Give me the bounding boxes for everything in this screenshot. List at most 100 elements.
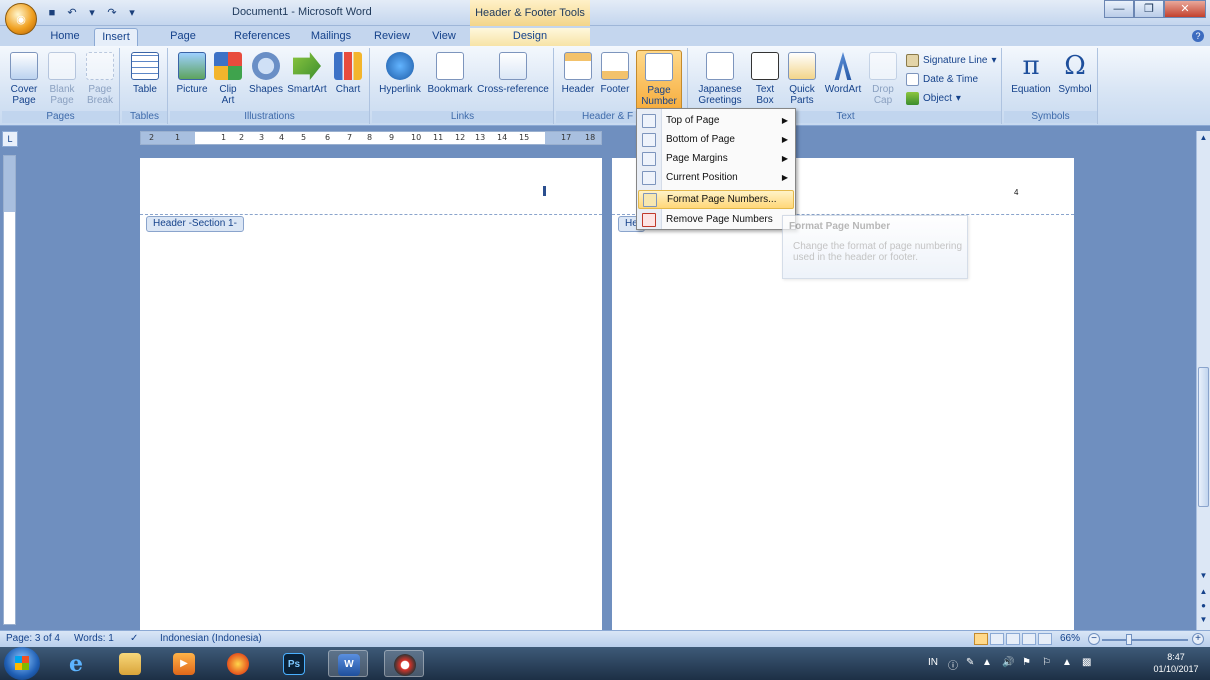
office-button[interactable]: ◉ bbox=[5, 3, 37, 35]
text-box-button[interactable]: Text Box bbox=[748, 52, 782, 106]
full-screen-reading-view-button[interactable] bbox=[990, 633, 1004, 645]
smartart-button[interactable]: SmartArt bbox=[286, 52, 328, 95]
tab-insert[interactable]: Insert bbox=[94, 28, 138, 46]
language-indicator[interactable]: IN bbox=[928, 657, 938, 668]
previous-page-icon[interactable]: ▲ bbox=[1198, 587, 1209, 599]
print-layout-view-button[interactable] bbox=[974, 633, 988, 645]
clip-art-button[interactable]: Clip Art bbox=[212, 52, 244, 106]
undo-icon[interactable]: ↶ bbox=[64, 5, 80, 21]
security-icon[interactable]: ⚑ bbox=[1022, 657, 1031, 668]
header-button[interactable]: Header bbox=[558, 52, 598, 95]
browse-object-icon[interactable]: ● bbox=[1198, 601, 1209, 613]
date-time-button[interactable]: Date & Time bbox=[906, 73, 978, 86]
zoom-in-button[interactable]: + bbox=[1192, 633, 1204, 645]
cross-reference-button[interactable]: Cross-reference bbox=[476, 52, 550, 95]
menu-item-page-margins[interactable]: Page Margins ▶ bbox=[638, 149, 794, 168]
bookmark-button[interactable]: Bookmark bbox=[426, 52, 474, 95]
hyperlink-button[interactable]: Hyperlink bbox=[376, 52, 424, 95]
japanese-greetings-button[interactable]: Japanese Greetings bbox=[692, 52, 748, 106]
chart-button[interactable]: Chart bbox=[330, 52, 366, 95]
menu-item-bottom-of-page[interactable]: Bottom of Page ▶ bbox=[638, 130, 794, 149]
wordart-button[interactable]: WordArt bbox=[822, 52, 864, 95]
firefox-taskbar-button[interactable] bbox=[218, 650, 258, 677]
redo-icon[interactable]: ↷ bbox=[104, 5, 120, 21]
show-hidden-icons-icon[interactable]: ▲ bbox=[982, 657, 992, 668]
picture-button[interactable]: Picture bbox=[174, 52, 210, 95]
scroll-down-icon[interactable]: ▼ bbox=[1198, 571, 1209, 583]
blank-page-button[interactable]: Blank Page bbox=[44, 52, 80, 106]
equation-button[interactable]: π Equation bbox=[1008, 52, 1054, 95]
signature-line-button[interactable]: Signature Line ▾ bbox=[906, 54, 997, 67]
cross-reference-label: Cross-reference bbox=[477, 84, 549, 95]
tooltip-body: Change the format of page numbering used… bbox=[793, 241, 962, 263]
vertical-ruler[interactable] bbox=[3, 155, 16, 625]
tab-selector[interactable]: L bbox=[2, 131, 18, 147]
minimize-button[interactable]: — bbox=[1104, 0, 1134, 18]
menu-item-format-page-numbers[interactable]: Format Page Numbers... bbox=[638, 190, 794, 209]
save-icon[interactable]: ■ bbox=[44, 5, 60, 21]
tab-review[interactable]: Review bbox=[368, 28, 414, 46]
ruler-number: 17 bbox=[561, 133, 572, 142]
tab-home[interactable]: Home bbox=[44, 28, 86, 46]
tab-page-layout[interactable]: Page Layout bbox=[148, 28, 218, 58]
menu-item-remove-page-numbers[interactable]: Remove Page Numbers bbox=[638, 210, 794, 229]
internet-explorer-taskbar-button[interactable]: e bbox=[56, 650, 96, 677]
tab-view[interactable]: View bbox=[424, 28, 464, 46]
symbol-button[interactable]: Ω Symbol bbox=[1056, 52, 1094, 95]
scroll-up-icon[interactable]: ▲ bbox=[1198, 133, 1209, 145]
app-tray-icon[interactable]: ▲ bbox=[1062, 657, 1072, 668]
photoshop-taskbar-button[interactable]: Ps bbox=[274, 650, 314, 677]
word-taskbar-button[interactable]: W bbox=[328, 650, 368, 677]
menu-item-top-of-page[interactable]: Top of Page ▶ bbox=[638, 111, 794, 130]
page-break-button[interactable]: Page Break bbox=[82, 52, 118, 106]
page-number-button[interactable]: Page Number bbox=[636, 50, 682, 112]
zoom-level[interactable]: 66% bbox=[1060, 633, 1080, 644]
draft-view-button[interactable] bbox=[1038, 633, 1052, 645]
web-layout-view-button[interactable] bbox=[1006, 633, 1020, 645]
quick-parts-button[interactable]: Quick Parts bbox=[784, 52, 820, 106]
tab-references[interactable]: References bbox=[228, 28, 294, 46]
language-status[interactable]: Indonesian (Indonesia) bbox=[160, 633, 262, 644]
picture-label: Picture bbox=[176, 84, 208, 95]
help-icon[interactable]: ? bbox=[1192, 30, 1204, 42]
menu-item-label: Current Position bbox=[666, 172, 738, 183]
close-button[interactable]: ✕ bbox=[1164, 0, 1206, 18]
proofing-icon[interactable]: ✓ bbox=[130, 633, 138, 644]
bookmark-label: Bookmark bbox=[427, 84, 473, 95]
zoom-slider[interactable] bbox=[1102, 639, 1188, 641]
tab-mailings[interactable]: Mailings bbox=[304, 28, 358, 46]
dropdown-icon[interactable]: ▾ bbox=[84, 5, 100, 21]
file-explorer-taskbar-button[interactable] bbox=[110, 650, 150, 677]
cover-page-button[interactable]: Cover Page bbox=[6, 52, 42, 106]
network-signal-icon[interactable]: ▩ bbox=[1082, 657, 1091, 668]
page-count-status[interactable]: Page: 3 of 4 bbox=[6, 633, 60, 644]
media-player-taskbar-button[interactable]: ▶ bbox=[164, 650, 204, 677]
tab-design[interactable]: Design bbox=[470, 28, 590, 46]
horizontal-ruler[interactable]: 2 1 1 2 3 4 5 6 7 8 9 10 11 12 13 14 15 … bbox=[140, 131, 602, 145]
zoom-slider-knob[interactable] bbox=[1126, 634, 1132, 645]
next-page-icon[interactable]: ▼ bbox=[1198, 615, 1209, 627]
object-button[interactable]: Object ▾ bbox=[906, 92, 961, 105]
volume-icon[interactable]: 🔊 bbox=[1002, 657, 1014, 668]
menu-item-current-position[interactable]: Current Position ▶ bbox=[638, 168, 794, 187]
vertical-scrollbar[interactable]: ▲ ▼ ▲ ● ▼ bbox=[1196, 131, 1210, 630]
ruler-number: 1 bbox=[175, 133, 181, 142]
maximize-button[interactable]: ❐ bbox=[1134, 0, 1164, 18]
recorder-taskbar-button[interactable] bbox=[384, 650, 424, 677]
ruler-number: 6 bbox=[325, 133, 331, 142]
pen-tray-icon[interactable]: ✎ bbox=[966, 657, 974, 668]
clock[interactable]: 8:47 01/10/2017 bbox=[1146, 651, 1206, 675]
scrollbar-thumb[interactable] bbox=[1198, 367, 1209, 507]
zoom-out-button[interactable]: − bbox=[1088, 633, 1100, 645]
drop-cap-button[interactable]: Drop Cap bbox=[866, 52, 900, 106]
start-button[interactable] bbox=[4, 647, 40, 680]
table-button[interactable]: Table bbox=[128, 52, 162, 95]
footer-button[interactable]: Footer bbox=[596, 52, 634, 95]
customize-qat-icon[interactable]: ▾ bbox=[124, 5, 140, 21]
word-count-status[interactable]: Words: 1 bbox=[74, 633, 114, 644]
flag-icon[interactable]: ⚐ bbox=[1042, 657, 1051, 668]
outline-view-button[interactable] bbox=[1022, 633, 1036, 645]
help-tray-icon[interactable]: ⓘ bbox=[948, 657, 958, 672]
shapes-button[interactable]: Shapes bbox=[246, 52, 286, 95]
document-page[interactable]: Header -Section 1- bbox=[140, 158, 602, 630]
